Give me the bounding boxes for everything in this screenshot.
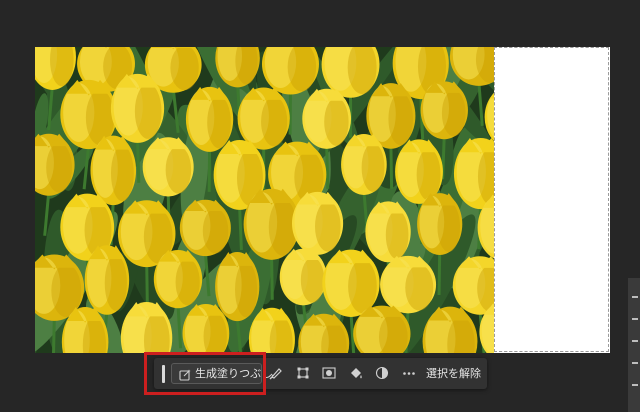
contextual-taskbar: 生成塗りつぶし 選択を解除 xyxy=(154,358,487,389)
invert-icon[interactable] xyxy=(374,365,390,381)
generative-fill-label: 生成塗りつぶし xyxy=(195,367,273,380)
taskbar-grip-handle[interactable] xyxy=(162,365,165,383)
empty-extended-canvas[interactable] xyxy=(494,47,610,353)
tulip-photo xyxy=(35,47,494,353)
more-icon[interactable] xyxy=(401,365,417,381)
right-panel-edge xyxy=(628,278,640,412)
brush-select-icon[interactable] xyxy=(268,365,284,381)
fill-bucket-icon[interactable] xyxy=(348,365,364,381)
mask-icon[interactable] xyxy=(321,365,337,381)
deselect-button[interactable]: 選択を解除 xyxy=(426,358,484,389)
transform-selection-icon[interactable] xyxy=(295,365,311,381)
generative-fill-button[interactable]: 生成塗りつぶし xyxy=(171,363,272,384)
generative-fill-icon xyxy=(179,368,191,381)
document-canvas[interactable]: 生成塗りつぶし 選択を解除 xyxy=(0,0,640,412)
